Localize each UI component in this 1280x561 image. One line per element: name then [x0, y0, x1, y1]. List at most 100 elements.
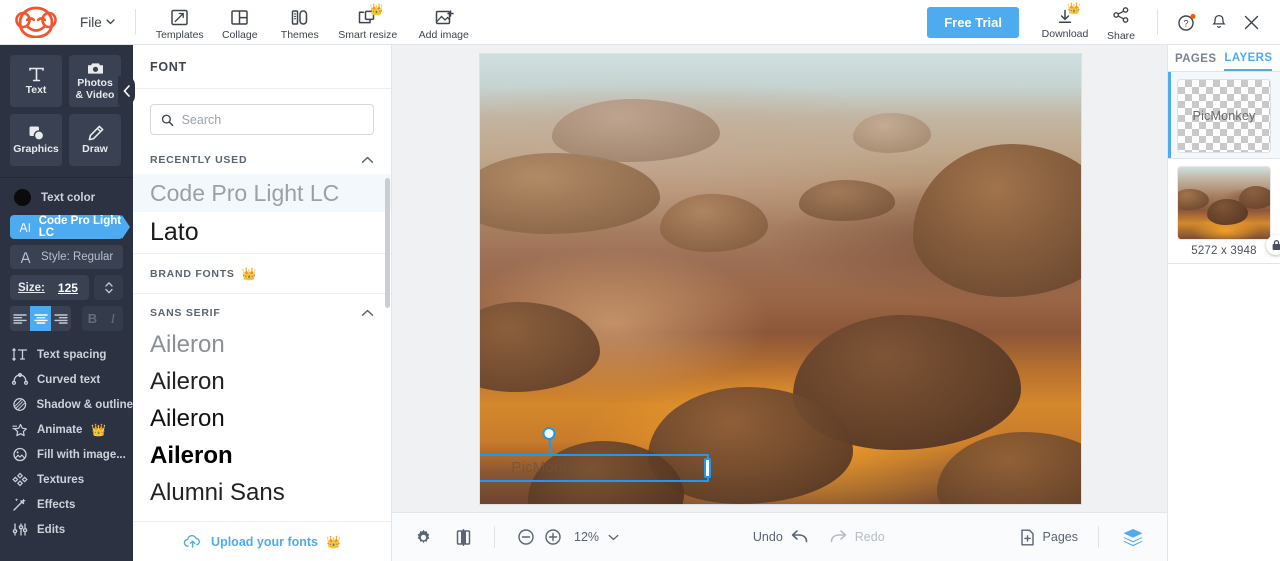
- themes-icon: [290, 7, 309, 28]
- header-tool-templates[interactable]: Templates: [152, 4, 208, 41]
- font-search-box[interactable]: [150, 104, 374, 135]
- font-letter-icon: [19, 222, 30, 232]
- sidebar-item-edits[interactable]: Edits: [0, 517, 133, 542]
- font-list-item[interactable]: Alumni Sans: [133, 474, 391, 511]
- header-divider-2: [1157, 9, 1158, 35]
- sidebar-tool-label: Draw: [82, 143, 108, 156]
- bold-button[interactable]: B: [82, 306, 102, 331]
- font-list-item[interactable]: Aileron: [133, 326, 391, 363]
- help-button[interactable]: ?: [1177, 13, 1196, 32]
- sidebar-tool-text[interactable]: Text: [10, 55, 62, 107]
- redo-button[interactable]: Redo: [828, 529, 885, 545]
- rotation-handle[interactable]: [542, 427, 556, 440]
- text-color-picker[interactable]: Text color: [0, 178, 133, 215]
- font-size-label: Size:: [18, 281, 45, 294]
- font-section-title: BRAND FONTS 👑: [150, 267, 258, 281]
- font-list-item[interactable]: Aileron: [133, 437, 391, 474]
- upload-fonts-label: Upload your fonts: [211, 534, 318, 549]
- canvas-area[interactable]: PicMonkey: [392, 45, 1167, 512]
- align-left-button[interactable]: [10, 306, 30, 331]
- layer-divider-2: [1168, 263, 1280, 264]
- svg-text:?: ?: [1183, 18, 1188, 28]
- file-menu-label: File: [80, 14, 102, 30]
- font-list-scroll[interactable]: RECENTLY USED Code Pro Light LC Lato BRA…: [133, 144, 391, 521]
- shadow-outline-icon: [13, 398, 27, 411]
- pages-label: Pages: [1042, 530, 1078, 544]
- font-panel-title: FONT: [150, 59, 187, 74]
- free-trial-button[interactable]: Free Trial: [927, 6, 1019, 38]
- header-tool-smart-resize[interactable]: 👑 Smart resize: [332, 4, 404, 41]
- compare-view-button[interactable]: [455, 528, 472, 547]
- header-tool-collage[interactable]: Collage: [212, 4, 268, 41]
- align-right-button[interactable]: [51, 306, 71, 331]
- tab-pages[interactable]: PAGES: [1175, 53, 1216, 70]
- zoom-dropdown-button[interactable]: [608, 534, 619, 541]
- font-style-button[interactable]: Style: Regular: [10, 245, 123, 269]
- sidebar-option-list: Text spacing Curved text Shadow & outlin…: [0, 340, 133, 542]
- font-name: Aileron: [150, 441, 233, 469]
- canvas-text-layer[interactable]: PicMonkey: [480, 459, 707, 476]
- toggle-layers-panel-button[interactable]: [1121, 527, 1145, 547]
- sidebar-item-effects[interactable]: Effects: [0, 492, 133, 517]
- sidebar-item-text-spacing[interactable]: Text spacing: [0, 342, 133, 367]
- undo-button[interactable]: Undo: [753, 529, 810, 545]
- font-section-recently-used[interactable]: RECENTLY USED: [133, 144, 391, 174]
- header-tool-themes[interactable]: Themes: [272, 4, 328, 41]
- redo-arrow-icon: [830, 530, 846, 543]
- collapse-panel-button[interactable]: [118, 76, 135, 105]
- sidebar-tool-photos-video[interactable]: Photos & Video: [69, 55, 121, 107]
- picmonkey-monkey-logo[interactable]: [8, 6, 64, 38]
- upload-fonts-button[interactable]: Upload your fonts 👑: [133, 521, 391, 561]
- align-center-button[interactable]: [30, 306, 51, 331]
- font-list-item[interactable]: Aileron: [133, 400, 391, 437]
- italic-button[interactable]: I: [103, 306, 123, 331]
- sidebar-item-animate[interactable]: Animate 👑: [0, 417, 133, 442]
- font-list-item[interactable]: Lato: [133, 212, 391, 253]
- font-name: Code Pro Light LC: [150, 179, 340, 206]
- font-list-item[interactable]: Aileron: [133, 363, 391, 400]
- sidebar-item-textures[interactable]: Textures: [0, 467, 133, 492]
- layer-item-text[interactable]: PicMonkey: [1168, 72, 1280, 158]
- text-layer-selection-box[interactable]: PicMonkey: [480, 427, 711, 482]
- app-header: File Templates Collage Themes 👑 Smart re…: [0, 0, 1280, 45]
- font-size-value: 125: [57, 280, 78, 295]
- canvas-image[interactable]: PicMonkey: [480, 54, 1081, 504]
- font-panel-header: FONT: [133, 45, 391, 89]
- font-list-item[interactable]: Code Pro Light LC: [133, 174, 391, 212]
- font-size-stepper[interactable]: [94, 275, 123, 300]
- sidebar-item-shadow-outline[interactable]: Shadow & outline: [0, 392, 133, 417]
- sidebar-tool-grid: Text Photos & Video Graphics Draw: [0, 45, 133, 166]
- font-section-title: RECENTLY USED: [150, 154, 248, 166]
- notifications-bell-icon[interactable]: [1210, 13, 1228, 31]
- zoom-out-button[interactable]: [517, 528, 535, 546]
- share-label: Share: [1106, 29, 1136, 42]
- font-search-input[interactable]: [181, 112, 363, 127]
- download-button[interactable]: 👑 Download: [1037, 4, 1093, 41]
- tab-layers[interactable]: LAYERS: [1224, 52, 1273, 71]
- right-panel-tabs: PAGES LAYERS: [1168, 45, 1280, 71]
- sidebar-item-label: Text spacing: [37, 348, 107, 361]
- sidebar-item-fill-with-image[interactable]: Fill with image...: [0, 442, 133, 467]
- share-button[interactable]: Share: [1093, 3, 1149, 42]
- layer-locked-badge[interactable]: [1266, 235, 1280, 255]
- font-section-brand-fonts[interactable]: BRAND FONTS 👑: [133, 254, 391, 293]
- font-list-scrollbar[interactable]: [385, 178, 390, 308]
- layer-thumbnail-image: [1178, 167, 1270, 239]
- gear-icon: [417, 529, 430, 543]
- font-family-button[interactable]: Code Pro Light LC: [10, 215, 130, 239]
- font-section-sans-serif[interactable]: SANS SERIF: [133, 294, 391, 326]
- header-tool-add-image[interactable]: Add image: [408, 4, 480, 41]
- sidebar-tool-graphics[interactable]: Graphics: [10, 114, 62, 166]
- add-pages-button[interactable]: Pages: [1019, 528, 1078, 547]
- chevron-up-icon: [361, 309, 374, 316]
- layer-dimensions: 5272 x 3948: [1191, 245, 1257, 257]
- canvas-settings-button[interactable]: [414, 528, 433, 547]
- sidebar-tool-draw[interactable]: Draw: [69, 114, 121, 166]
- font-size-field[interactable]: Size: 125: [10, 275, 89, 300]
- close-icon[interactable]: [1242, 13, 1261, 32]
- layer-item-image[interactable]: 5272 x 3948: [1168, 159, 1280, 263]
- sidebar-item-curved-text[interactable]: Curved text: [0, 367, 133, 392]
- file-menu-button[interactable]: File: [80, 15, 115, 30]
- zoom-in-button[interactable]: [544, 528, 562, 546]
- sidebar-item-label: Effects: [37, 498, 76, 511]
